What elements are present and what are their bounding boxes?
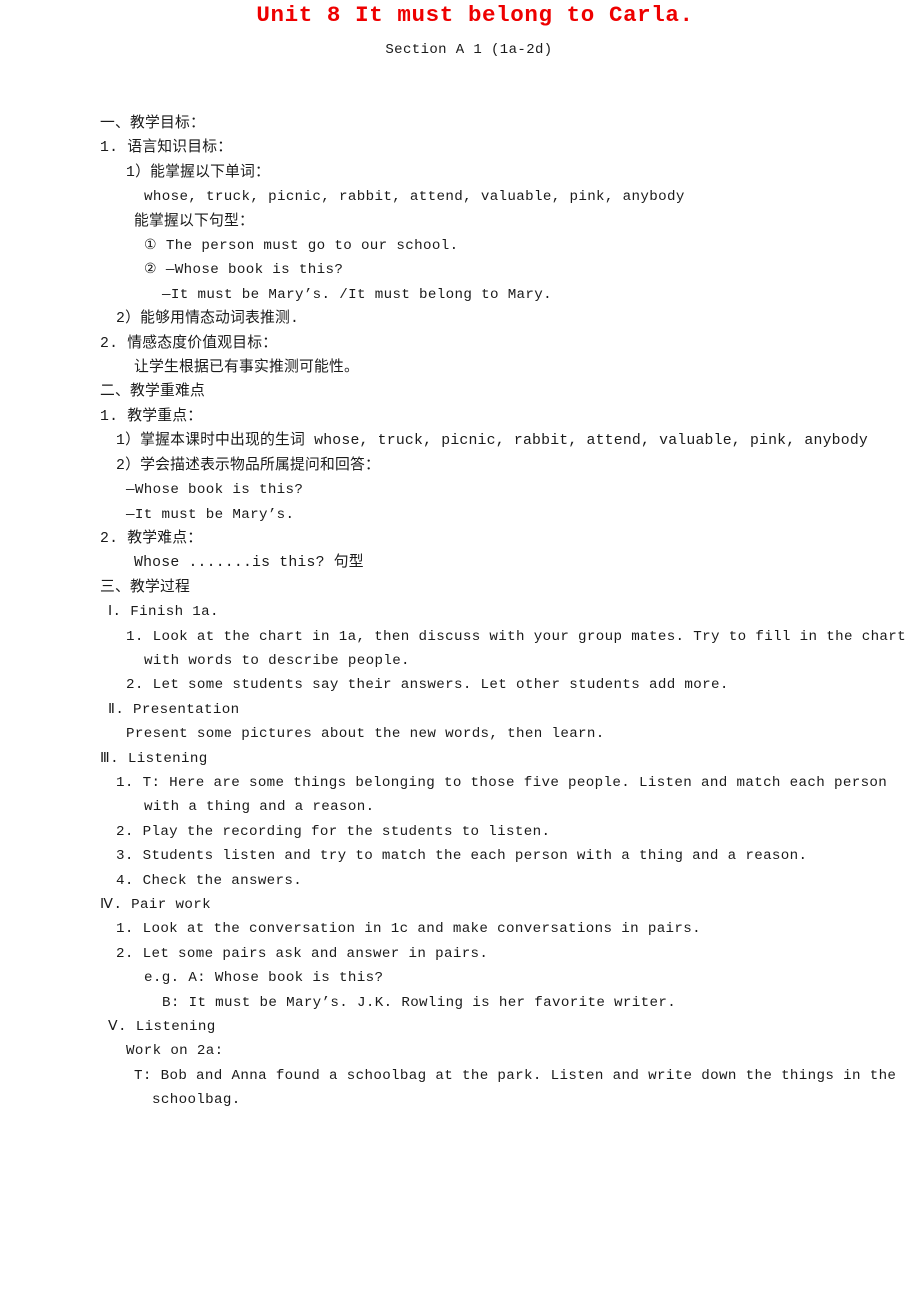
lesson-line: Work on 2a: [126, 1043, 224, 1060]
lesson-line: 2）学会描述表示物品所属提问和回答： [116, 457, 381, 474]
lesson-line: schoolbag. [152, 1092, 241, 1109]
lesson-line: —It must be Mary’s. /It must belong to M… [162, 286, 553, 303]
lesson-line: Whose .......is this? 句型 [134, 555, 364, 572]
lesson-line: 三、教学过程 [100, 579, 190, 596]
lesson-line: 二、教学重难点 [100, 384, 205, 401]
lesson-line: 让学生根据已有事实推测可能性。 [134, 360, 359, 377]
lesson-line: Ⅳ. Pair work [100, 897, 211, 913]
lesson-line: 1）掌握本课时中出现的生词 whose, truck, picnic, rabb… [116, 433, 868, 450]
lesson-line: 1. 语言知识目标： [100, 140, 233, 157]
page-title: Unit 8 It must belong to Carla. [256, 2, 694, 28]
lesson-line: —It must be Mary’s. [126, 506, 295, 523]
lesson-line: Ⅰ. Finish 1a. [108, 604, 219, 621]
lesson-line: 1. T: Here are some things belonging to … [116, 774, 888, 791]
lesson-line: B: It must be Mary’s. J.K. Rowling is he… [162, 994, 677, 1011]
lesson-line: whose, truck, picnic, rabbit, attend, va… [144, 189, 685, 206]
lesson-line: 能掌握以下句型： [134, 213, 254, 230]
lesson-line: 3. Students listen and try to match the … [116, 848, 808, 865]
page-subtitle: Section A 1 (1a-2d) [385, 42, 553, 58]
lesson-line: 1）能掌握以下单词： [126, 164, 271, 181]
lesson-line: with a thing and a reason. [144, 799, 375, 816]
lesson-line: e.g. A: Whose book is this? [144, 970, 384, 987]
lesson-line: 1. Look at the conversation in 1c and ma… [116, 921, 702, 938]
lesson-line: ① The person must go to our school. [144, 238, 459, 255]
lesson-line: 2. Play the recording for the students t… [116, 823, 551, 840]
lesson-line: 4. Check the answers. [116, 872, 303, 889]
lesson-line: 1. 教学重点： [100, 408, 203, 425]
lesson-line: —Whose book is this? [126, 482, 304, 499]
lesson-line: Ⅲ. Listening [100, 750, 208, 767]
document-page: Unit 8 It must belong to Carla. Section … [0, 0, 920, 1302]
lesson-line: ② —Whose book is this? [144, 262, 344, 279]
lesson-line: Ⅱ. Presentation [108, 701, 240, 718]
lesson-line: 一、教学目标： [100, 116, 205, 132]
lesson-line: 1. Look at the chart in 1a, then discuss… [126, 628, 907, 645]
lesson-line: 2. 教学难点： [100, 530, 203, 547]
lesson-line: 2. Let some students say their answers. … [126, 677, 729, 694]
lesson-line: Ⅴ. Listening [108, 1019, 216, 1036]
lesson-line: Present some pictures about the new word… [126, 726, 605, 743]
lesson-line: with words to describe people. [144, 652, 410, 669]
lesson-plan-body: 一、教学目标： 1. 语言知识目标： 1）能掌握以下单词： whose, truck,… [100, 112, 907, 1113]
lesson-line: 2. Let some pairs ask and answer in pair… [116, 945, 489, 962]
lesson-line: 2. 情感态度价值观目标： [100, 335, 278, 352]
lesson-line: 2）能够用情态动词表推测. [116, 311, 300, 328]
lesson-line: T: Bob and Anna found a schoolbag at the… [134, 1067, 897, 1084]
